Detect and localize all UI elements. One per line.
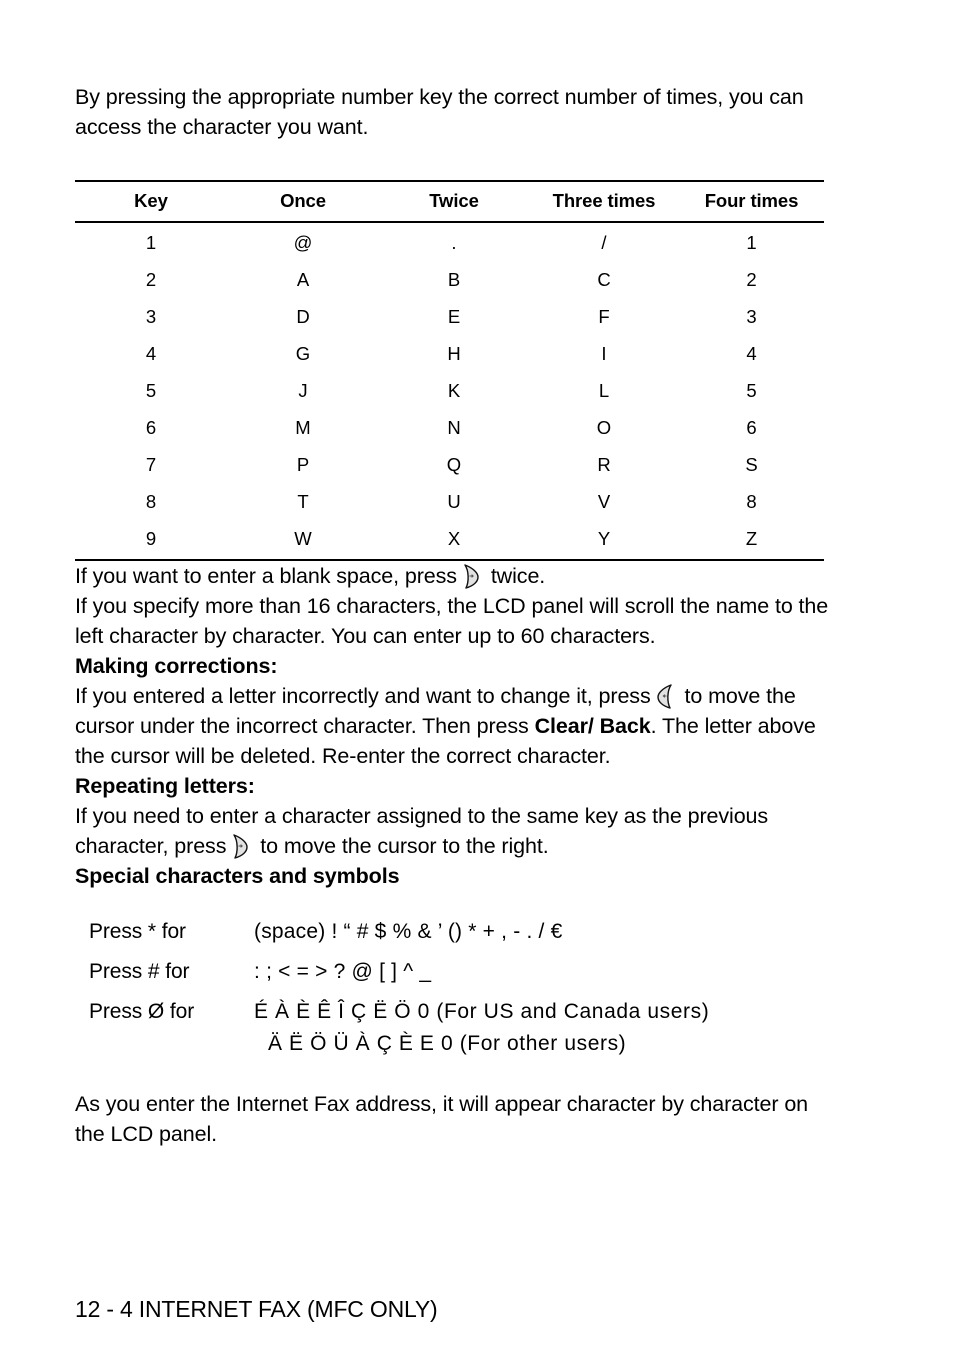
special-label-hash: Press # for — [89, 960, 190, 983]
column-header-key: Key — [75, 180, 227, 223]
table-row: 5 J K L 5 — [75, 373, 824, 410]
right-arrow-key-icon — [460, 563, 482, 590]
cell-four-times: 5 — [746, 380, 757, 401]
cell-three-times: L — [598, 380, 610, 401]
table-header: Key Once Twice Three times Four times — [75, 180, 824, 223]
cell-twice: B — [447, 269, 461, 290]
cell-twice: U — [447, 491, 461, 512]
cell-key: 2 — [145, 269, 157, 290]
cell-once: T — [297, 491, 309, 512]
special-value-zero-other-users: Ä Ë Ö Ü À Ç È E 0 (For other users) — [268, 1032, 627, 1055]
special-characters-block: Press * for (space) ! “ # $ % & ’ () * +… — [89, 917, 875, 1059]
cell-once: G — [295, 343, 311, 364]
cell-four-times: 2 — [746, 269, 757, 290]
cell-key: 8 — [145, 491, 157, 512]
repeating-letters-heading: Repeating letters: — [75, 774, 255, 798]
table-row: 4 G H I 4 — [75, 336, 824, 373]
repeating-letters-text-after: to move the cursor to the right. — [260, 834, 549, 858]
cell-once: P — [296, 454, 310, 475]
blank-space-text-after: twice. — [490, 564, 546, 588]
cell-three-times: I — [601, 343, 607, 364]
table-row: 1 @ . / 1 — [75, 222, 824, 262]
cell-four-times: Z — [679, 520, 824, 561]
left-arrow-key-icon — [654, 683, 676, 710]
cell-twice: X — [379, 520, 529, 561]
cell-four-times: 8 — [746, 491, 757, 512]
cell-once: A — [296, 269, 310, 290]
cell-three-times: Y — [529, 520, 679, 561]
cell-three-times: / — [601, 232, 607, 253]
making-corrections-paragraph: If you entered a letter incorrectly and … — [75, 681, 835, 771]
cell-three-times: V — [597, 491, 611, 512]
table-row: 2 A B C 2 — [75, 262, 824, 299]
cell-four-times: 1 — [746, 232, 757, 253]
cell-four-times: 6 — [746, 417, 757, 438]
table-row: 8 T U V 8 — [75, 484, 824, 521]
table-body: 1 @ . / 1 2 A B C 2 3 D E F 3 4 G H I 4 … — [75, 222, 824, 561]
special-row-star: Press * for (space) ! “ # $ % & ’ () * +… — [89, 917, 875, 947]
cell-key: 3 — [145, 306, 157, 327]
closing-paragraph: As you enter the Internet Fax address, i… — [75, 1092, 809, 1146]
cell-key: 6 — [145, 417, 157, 438]
table-row: 7 P Q R S — [75, 447, 824, 484]
key-character-table: Key Once Twice Three times Four times 1 … — [75, 180, 824, 561]
cell-twice: Q — [446, 454, 462, 475]
making-corrections-heading: Making corrections: — [75, 654, 278, 678]
right-arrow-key-icon — [229, 833, 251, 860]
cell-key: 7 — [145, 454, 157, 475]
cell-twice: . — [451, 232, 457, 253]
cell-three-times: R — [597, 454, 611, 475]
scroll-note-paragraph: If you specify more than 16 characters, … — [75, 594, 829, 648]
table-row: 9 W X Y Z — [75, 520, 824, 561]
cell-four-times: S — [745, 454, 758, 475]
special-label-zero: Press Ø for — [89, 1000, 195, 1023]
special-row-hash: Press # for : ; < = > ? @ [ ] ^ _ — [89, 957, 875, 987]
cell-key: 5 — [145, 380, 157, 401]
cell-key: 1 — [145, 232, 157, 253]
column-header-once: Once — [227, 180, 379, 223]
table-row: 3 D E F 3 — [75, 299, 824, 336]
special-row-zero: Press Ø for É À È Ê Î Ç Ë Ö 0 (For US an… — [89, 997, 875, 1027]
cell-four-times: 4 — [746, 343, 757, 364]
special-label-star: Press * for — [89, 920, 186, 943]
table-header-row: Key Once Twice Three times Four times — [75, 180, 824, 223]
cell-three-times: O — [596, 417, 612, 438]
cell-once: @ — [293, 232, 313, 253]
cell-key: 4 — [145, 343, 157, 364]
cell-key: 9 — [75, 520, 227, 561]
cell-twice: K — [447, 380, 461, 401]
special-value-zero: É À È Ê Î Ç Ë Ö 0 (For US and Canada use… — [254, 1000, 710, 1023]
special-value-star: (space) ! “ # $ % & ’ () * + , - . / € — [254, 920, 563, 943]
intro-paragraph: By pressing the appropriate number key t… — [75, 85, 804, 139]
column-header-four-times: Four times — [679, 180, 824, 223]
cell-once: J — [298, 380, 308, 401]
document-page: By pressing the appropriate number key t… — [0, 0, 954, 1352]
cell-four-times: 3 — [746, 306, 757, 327]
table-row: 6 M N O 6 — [75, 410, 824, 447]
cell-twice: E — [447, 306, 461, 327]
repeating-letters-paragraph: If you need to enter a character assigne… — [75, 801, 815, 861]
cell-once: D — [296, 306, 310, 327]
column-header-twice: Twice — [379, 180, 529, 223]
cell-three-times: F — [598, 306, 610, 327]
blank-space-text-before: If you want to enter a blank space, pres… — [75, 564, 457, 588]
blank-space-paragraph: If you want to enter a blank space, pres… — [75, 561, 875, 591]
special-characters-heading: Special characters and symbols — [75, 864, 400, 888]
cell-once: M — [295, 417, 311, 438]
page-footer: 12 - 4 INTERNET FAX (MFC ONLY) — [75, 1296, 438, 1322]
page-content: By pressing the appropriate number key t… — [75, 82, 875, 1149]
cell-three-times: C — [597, 269, 611, 290]
special-value-hash: : ; < = > ? @ [ ] ^ _ — [254, 960, 432, 983]
making-corrections-text-before: If you entered a letter incorrectly and … — [75, 684, 651, 708]
clear-back-key-label: Clear/ Back — [534, 714, 651, 738]
cell-twice: H — [447, 343, 461, 364]
cell-once: W — [227, 520, 379, 561]
column-header-three-times: Three times — [529, 180, 679, 223]
cell-twice: N — [447, 417, 461, 438]
